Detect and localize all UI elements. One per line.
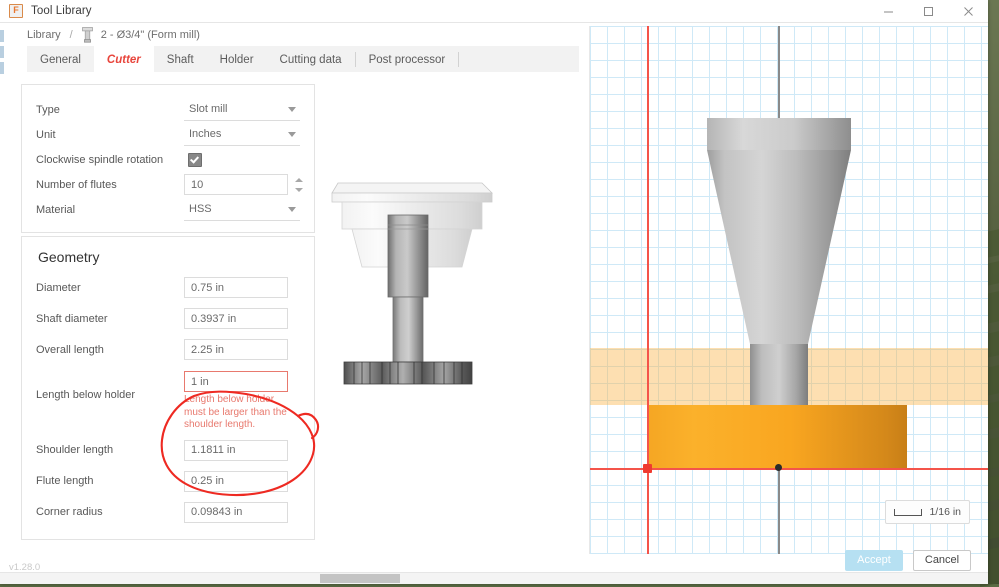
corner-radius-input[interactable]: 0.09843 in xyxy=(184,502,288,523)
material-value: HSS xyxy=(189,203,212,215)
cutter-form-panel: Type Slot mill Unit Inches xyxy=(0,72,590,570)
window-title: Tool Library xyxy=(31,5,92,17)
row-number-of-flutes: Number of flutes 10 xyxy=(36,172,300,197)
tool-3d-viewport[interactable]: 1/16 in xyxy=(589,26,988,554)
diameter-input[interactable]: 0.75 in xyxy=(184,277,288,298)
breadcrumb-separator: / xyxy=(70,29,73,41)
length-below-holder-input[interactable]: 1 in xyxy=(184,371,288,392)
tab-bar: General Cutter Shaft Holder Cutting data… xyxy=(27,46,579,74)
row-length-below-holder: Length below holder 1 in Length below ho… xyxy=(36,368,300,432)
chevron-down-icon xyxy=(288,132,296,137)
tab-holder[interactable]: Holder xyxy=(207,46,267,73)
cancel-button[interactable]: Cancel xyxy=(913,550,971,571)
horizontal-scrollbar-thumb[interactable] xyxy=(320,574,400,583)
breadcrumb-library[interactable]: Library xyxy=(27,29,61,41)
tab-general[interactable]: General xyxy=(27,46,94,73)
scale-indicator: 1/16 in xyxy=(885,500,970,524)
type-select[interactable]: Slot mill xyxy=(184,98,300,121)
tool-preview-image xyxy=(330,167,580,507)
row-diameter: Diameter 0.75 in xyxy=(36,275,300,300)
label-material: Material xyxy=(36,204,184,216)
label-corner-radius: Corner radius xyxy=(36,506,184,518)
number-of-flutes-input[interactable]: 10 xyxy=(184,174,288,195)
label-overall-length: Overall length xyxy=(36,344,184,356)
label-unit: Unit xyxy=(36,129,184,141)
tab-cutter[interactable]: Cutter xyxy=(94,46,154,73)
tool-tip-axis-line xyxy=(778,469,780,554)
geometry-card: Geometry Diameter 0.75 in Shaft diameter… xyxy=(21,236,315,540)
stepper-up-icon[interactable] xyxy=(295,178,303,182)
label-number-of-flutes: Number of flutes xyxy=(36,179,184,191)
type-value: Slot mill xyxy=(189,103,228,115)
row-shoulder-length: Shoulder length 1.1811 in xyxy=(36,438,300,463)
tool-library-window: Tool Library Library / 2 - Ø3/4" (Form m… xyxy=(0,0,988,584)
general-properties-card: Type Slot mill Unit Inches xyxy=(21,84,315,233)
unit-select[interactable]: Inches xyxy=(184,123,300,146)
left-edge-markers xyxy=(0,24,4,572)
window-controls xyxy=(868,0,988,22)
tab-post-processor[interactable]: Post processor xyxy=(356,46,459,73)
accept-button[interactable]: Accept xyxy=(845,550,903,571)
row-material: Material HSS xyxy=(36,197,300,222)
clockwise-spindle-rotation-checkbox[interactable] xyxy=(188,153,202,167)
label-shaft-diameter: Shaft diameter xyxy=(36,313,184,325)
tool-3d-model xyxy=(690,94,870,405)
shoulder-length-input[interactable]: 1.1811 in xyxy=(184,440,288,461)
label-shoulder-length: Shoulder length xyxy=(36,444,184,456)
row-flute-length: Flute length 0.25 in xyxy=(36,469,300,494)
row-shaft-diameter: Shaft diameter 0.3937 in xyxy=(36,306,300,331)
breadcrumb-current-tool: 2 - Ø3/4" (Form mill) xyxy=(101,29,200,41)
tool-icon xyxy=(82,27,93,43)
scale-label: 1/16 in xyxy=(929,506,961,518)
close-icon[interactable] xyxy=(948,0,988,22)
length-below-holder-error: Length below holder must be larger than … xyxy=(184,394,296,432)
minimize-icon[interactable] xyxy=(868,0,908,22)
chevron-down-icon xyxy=(288,207,296,212)
maximize-icon[interactable] xyxy=(908,0,948,22)
row-clockwise-spindle-rotation: Clockwise spindle rotation xyxy=(36,147,300,172)
stock-block xyxy=(647,405,907,469)
fusion-icon xyxy=(9,4,23,18)
tab-cutting-data[interactable]: Cutting data xyxy=(267,46,355,73)
flute-length-input[interactable]: 0.25 in xyxy=(184,471,288,492)
label-diameter: Diameter xyxy=(36,282,184,294)
scale-bar-icon xyxy=(894,509,922,516)
material-select[interactable]: HSS xyxy=(184,198,300,221)
unit-value: Inches xyxy=(189,128,221,140)
number-of-flutes-stepper[interactable] xyxy=(294,176,304,194)
origin-marker xyxy=(643,464,652,473)
row-corner-radius: Corner radius 0.09843 in xyxy=(36,500,300,525)
label-type: Type xyxy=(36,104,184,116)
title-bar: Tool Library xyxy=(0,0,988,23)
vertical-axis xyxy=(647,26,649,554)
tab-divider-2 xyxy=(458,52,459,67)
chevron-down-icon xyxy=(288,107,296,112)
shaft-diameter-input[interactable]: 0.3937 in xyxy=(184,308,288,329)
horizontal-scrollbar[interactable] xyxy=(0,572,988,584)
stepper-down-icon[interactable] xyxy=(295,188,303,192)
dialog-button-bar: Accept Cancel xyxy=(590,547,988,573)
label-flute-length: Flute length xyxy=(36,475,184,487)
overall-length-input[interactable]: 2.25 in xyxy=(184,339,288,360)
tab-shaft[interactable]: Shaft xyxy=(154,46,207,73)
tool-tip-point xyxy=(775,464,782,471)
geometry-title: Geometry xyxy=(38,249,300,265)
label-length-below-holder: Length below holder xyxy=(36,371,184,401)
row-overall-length: Overall length 2.25 in xyxy=(36,337,300,362)
row-unit: Unit Inches xyxy=(36,122,300,147)
row-type: Type Slot mill xyxy=(36,97,300,122)
label-clockwise-spindle-rotation: Clockwise spindle rotation xyxy=(36,154,184,166)
